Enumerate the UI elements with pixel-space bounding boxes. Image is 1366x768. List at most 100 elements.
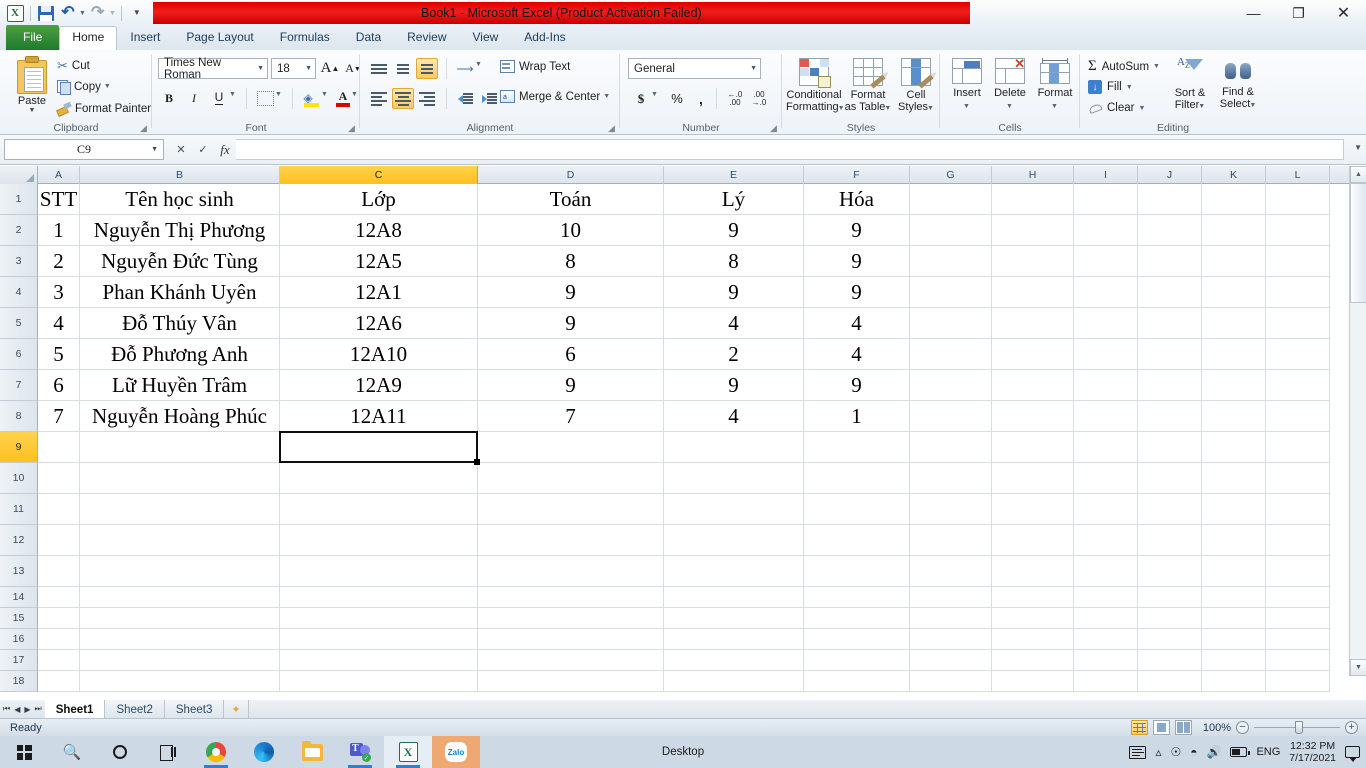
tab-view[interactable]: View: [460, 26, 512, 50]
cell-E10[interactable]: [664, 463, 804, 494]
cell-E3[interactable]: 8: [664, 246, 804, 277]
cell-C4[interactable]: 12A1: [280, 277, 478, 308]
cell-K7[interactable]: [1202, 370, 1266, 401]
row-header-6[interactable]: 6: [0, 339, 38, 370]
cell-K6[interactable]: [1202, 339, 1266, 370]
number-format-select[interactable]: General ▼: [628, 58, 761, 79]
wrap-text-button[interactable]: Wrap Text: [500, 60, 570, 73]
cell-F12[interactable]: [804, 525, 910, 556]
merge-dropdown-icon[interactable]: ▼: [603, 93, 610, 100]
format-dropdown-icon[interactable]: ▼: [1051, 103, 1058, 110]
conditional-formatting-button[interactable]: Conditional Formatting▼: [786, 56, 845, 115]
cell-H4[interactable]: [992, 277, 1074, 308]
row-header-3[interactable]: 3: [0, 246, 38, 277]
cell-K2[interactable]: [1202, 215, 1266, 246]
font-name-dropdown-icon[interactable]: ▼: [253, 65, 264, 72]
cell-I17[interactable]: [1074, 650, 1138, 671]
cell-E16[interactable]: [664, 629, 804, 650]
cell-I4[interactable]: [1074, 277, 1138, 308]
cell-D1[interactable]: Toán: [478, 184, 664, 215]
cell-I18[interactable]: [1074, 671, 1138, 692]
cell-F11[interactable]: [804, 494, 910, 525]
cell-C16[interactable]: [280, 629, 478, 650]
cell-I14[interactable]: [1074, 587, 1138, 608]
cell-A16[interactable]: [38, 629, 80, 650]
cell-C2[interactable]: 12A8: [280, 215, 478, 246]
cell-H18[interactable]: [992, 671, 1074, 692]
undo-icon[interactable]: ↶: [58, 3, 78, 23]
cell-K13[interactable]: [1202, 556, 1266, 587]
cell-L9[interactable]: [1266, 432, 1330, 463]
cell-C10[interactable]: [280, 463, 478, 494]
cell-E1[interactable]: Lý: [664, 184, 804, 215]
delete-cells-button[interactable]: ✕ Delete ▼: [988, 56, 1032, 113]
cell-D8[interactable]: 7: [478, 401, 664, 432]
font-name-input[interactable]: Times New Roman ▼: [158, 57, 268, 81]
cell-D3[interactable]: 8: [478, 246, 664, 277]
italic-button[interactable]: I: [183, 88, 205, 109]
last-sheet-icon[interactable]: ⏭: [35, 704, 42, 714]
row-header-13[interactable]: 13: [0, 556, 38, 587]
column-header-K[interactable]: K: [1202, 166, 1266, 184]
restore-button[interactable]: ❐: [1276, 0, 1321, 26]
expand-formula-bar-icon[interactable]: ▼: [1354, 143, 1362, 152]
underline-button[interactable]: U: [208, 88, 230, 109]
cell-K1[interactable]: [1202, 184, 1266, 215]
cell-G3[interactable]: [910, 246, 992, 277]
cell-J5[interactable]: [1138, 308, 1202, 339]
orientation-icon[interactable]: ⟶: [454, 58, 476, 79]
cell-D16[interactable]: [478, 629, 664, 650]
cell-I5[interactable]: [1074, 308, 1138, 339]
normal-view-icon[interactable]: [1131, 720, 1148, 735]
cell-J18[interactable]: [1138, 671, 1202, 692]
cell-G6[interactable]: [910, 339, 992, 370]
align-right-icon[interactable]: [416, 88, 438, 109]
clear-dropdown-icon[interactable]: ▼: [1138, 105, 1145, 112]
cell-A15[interactable]: [38, 608, 80, 629]
column-header-J[interactable]: J: [1138, 166, 1202, 184]
row-header-9[interactable]: 9: [0, 432, 38, 463]
cell-D14[interactable]: [478, 587, 664, 608]
tab-file[interactable]: File: [6, 25, 60, 50]
autosum-button[interactable]: Σ AutoSum ▼: [1088, 58, 1160, 75]
cell-H9[interactable]: [992, 432, 1074, 463]
alignment-dialog-launcher[interactable]: ◢: [608, 123, 617, 133]
cell-D11[interactable]: [478, 494, 664, 525]
row-header-15[interactable]: 15: [0, 608, 38, 629]
cell-H7[interactable]: [992, 370, 1074, 401]
insert-worksheet-icon[interactable]: ✦: [224, 700, 249, 718]
cell-L14[interactable]: [1266, 587, 1330, 608]
cell-G15[interactable]: [910, 608, 992, 629]
cell-G12[interactable]: [910, 525, 992, 556]
enter-formula-icon[interactable]: ✓: [192, 139, 214, 160]
increase-decimal-icon[interactable]: ←.0.00: [724, 88, 746, 109]
cell-A12[interactable]: [38, 525, 80, 556]
cell-K11[interactable]: [1202, 494, 1266, 525]
cell-F17[interactable]: [804, 650, 910, 671]
row-header-14[interactable]: 14: [0, 587, 38, 608]
cell-G9[interactable]: [910, 432, 992, 463]
cell-F16[interactable]: [804, 629, 910, 650]
page-layout-view-icon[interactable]: [1153, 720, 1170, 735]
cell-A1[interactable]: STT: [38, 184, 80, 215]
undo-dropdown-icon[interactable]: ▼: [79, 10, 86, 17]
cell-A5[interactable]: 4: [38, 308, 80, 339]
column-header-G[interactable]: G: [910, 166, 992, 184]
cell-A17[interactable]: [38, 650, 80, 671]
cell-J3[interactable]: [1138, 246, 1202, 277]
formula-input[interactable]: [236, 139, 1344, 160]
font-size-dropdown-icon[interactable]: ▼: [301, 65, 312, 72]
row-header-2[interactable]: 2: [0, 215, 38, 246]
cell-F6[interactable]: 4: [804, 339, 910, 370]
cell-E7[interactable]: 9: [664, 370, 804, 401]
vertical-scrollbar[interactable]: ▲ ▼: [1349, 166, 1366, 676]
cell-L11[interactable]: [1266, 494, 1330, 525]
align-center-icon[interactable]: [392, 88, 414, 109]
vertical-scroll-thumb[interactable]: [1350, 183, 1366, 303]
cell-F7[interactable]: 9: [804, 370, 910, 401]
tab-add-ins[interactable]: Add-Ins: [511, 26, 578, 50]
cell-I1[interactable]: [1074, 184, 1138, 215]
column-header-C[interactable]: C: [280, 166, 478, 184]
cell-H15[interactable]: [992, 608, 1074, 629]
cell-B7[interactable]: Lữ Huyền Trâm: [80, 370, 280, 401]
